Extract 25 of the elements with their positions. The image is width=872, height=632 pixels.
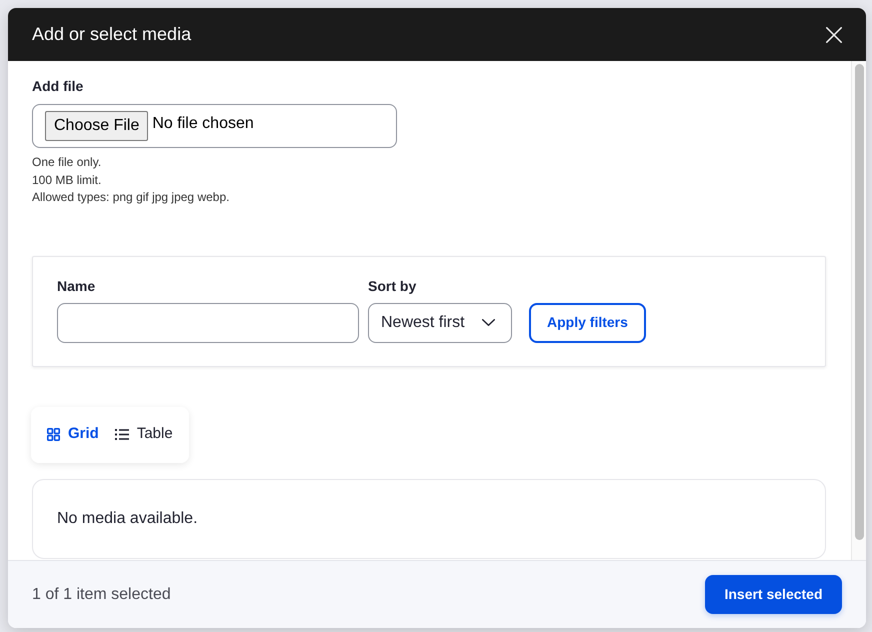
choose-file-button[interactable]: Choose File [45, 111, 148, 141]
chevron-down-icon [482, 319, 495, 326]
insert-selected-button[interactable]: Insert selected [705, 575, 842, 614]
file-description: Allowed types: png gif jpg jpeg webp. [32, 189, 230, 206]
view-tab[interactable]: Grid [47, 423, 99, 446]
add-file-label: Add file [32, 77, 84, 96]
apply-filters-button[interactable]: Apply filters [529, 302, 646, 342]
sort-select[interactable]: Newest first [368, 302, 512, 342]
file-description: One file only. [32, 154, 102, 171]
view-tab[interactable]: Table [114, 423, 173, 446]
file-status: No file chosen [152, 114, 254, 134]
selection-status: 1 of 1 item selected [32, 584, 171, 604]
file-description: 100 MB limit. [32, 172, 102, 188]
close-icon [826, 26, 842, 42]
field-label: Name [57, 276, 96, 296]
empty-message: No media available. [57, 508, 198, 528]
close-button[interactable] [826, 26, 842, 42]
name-input-field[interactable] [57, 302, 359, 342]
list-icon [114, 429, 129, 440]
file-input-field[interactable]: Choose File No file chosen [32, 104, 397, 148]
grid-icon [47, 428, 60, 441]
dialog-title: Add or select media [32, 23, 192, 46]
scrollbar-thumb[interactable] [855, 64, 864, 540]
field-label: Sort by [368, 276, 416, 296]
scrollbar[interactable] [851, 61, 866, 560]
